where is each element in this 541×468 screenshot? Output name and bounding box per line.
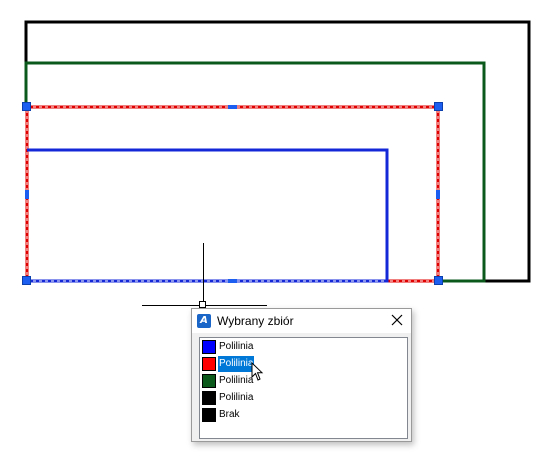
color-swatch	[202, 374, 216, 388]
mouse-pointer-icon	[251, 362, 264, 381]
crosshair-vertical	[203, 243, 204, 301]
midgrip-right[interactable]	[436, 190, 440, 199]
midgrip-bottom[interactable]	[228, 279, 237, 283]
selection-highlight	[26, 106, 439, 282]
color-swatch	[202, 357, 216, 371]
close-icon[interactable]	[390, 313, 404, 327]
list-item-label: Polilinia	[219, 375, 254, 386]
pickbox	[199, 301, 206, 308]
color-swatch	[202, 408, 216, 422]
color-swatch	[202, 391, 216, 405]
midgrip-left[interactable]	[25, 190, 29, 199]
color-swatch	[202, 340, 216, 354]
grip-bottom-left[interactable]	[22, 276, 31, 285]
grip-bottom-right[interactable]	[434, 276, 443, 285]
list-item-label: Polilinia	[218, 356, 255, 372]
list-item-label: Polilinia	[219, 341, 254, 352]
polyline-blue[interactable]	[27, 148, 389, 283]
midgrip-top[interactable]	[228, 105, 237, 109]
polyline-red-selected[interactable]	[25, 105, 440, 283]
dialog-titlebar[interactable]: A Wybrany zbiór	[192, 309, 411, 333]
dialog-title: Wybrany zbiór	[217, 314, 294, 328]
grip-top-right[interactable]	[434, 102, 443, 111]
list-item-label: Brak	[219, 409, 240, 420]
autocad-icon: A	[197, 314, 211, 328]
selection-list[interactable]: Polilinia Polilinia Polilinia Polilinia Brak	[199, 337, 408, 439]
list-item-label: Polilinia	[219, 392, 254, 403]
polyline-green[interactable]	[24, 61, 486, 283]
grip-top-left[interactable]	[22, 102, 31, 111]
selection-set-dialog: A Wybrany zbiór Polilinia Polilinia Polili…	[191, 308, 412, 442]
